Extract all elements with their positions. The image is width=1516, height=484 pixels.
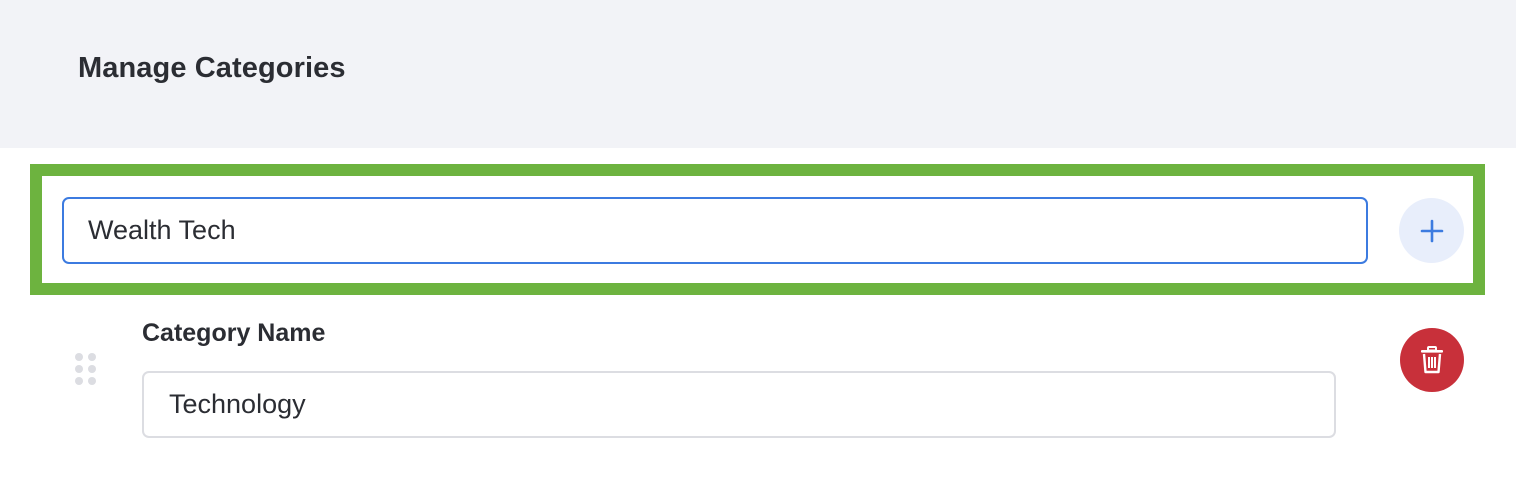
page-header: Manage Categories <box>0 0 1516 148</box>
delete-category-button[interactable] <box>1400 328 1464 392</box>
manage-categories-page: Manage Categories Category Name <box>0 0 1516 484</box>
new-category-input[interactable] <box>62 197 1368 264</box>
page-title: Manage Categories <box>78 52 346 84</box>
category-name-label: Category Name <box>142 319 326 347</box>
trash-icon <box>1421 346 1443 374</box>
category-name-input[interactable] <box>142 371 1336 438</box>
plus-icon <box>1420 219 1443 242</box>
drag-handle-icon[interactable] <box>74 352 98 386</box>
add-category-button[interactable] <box>1399 198 1464 263</box>
